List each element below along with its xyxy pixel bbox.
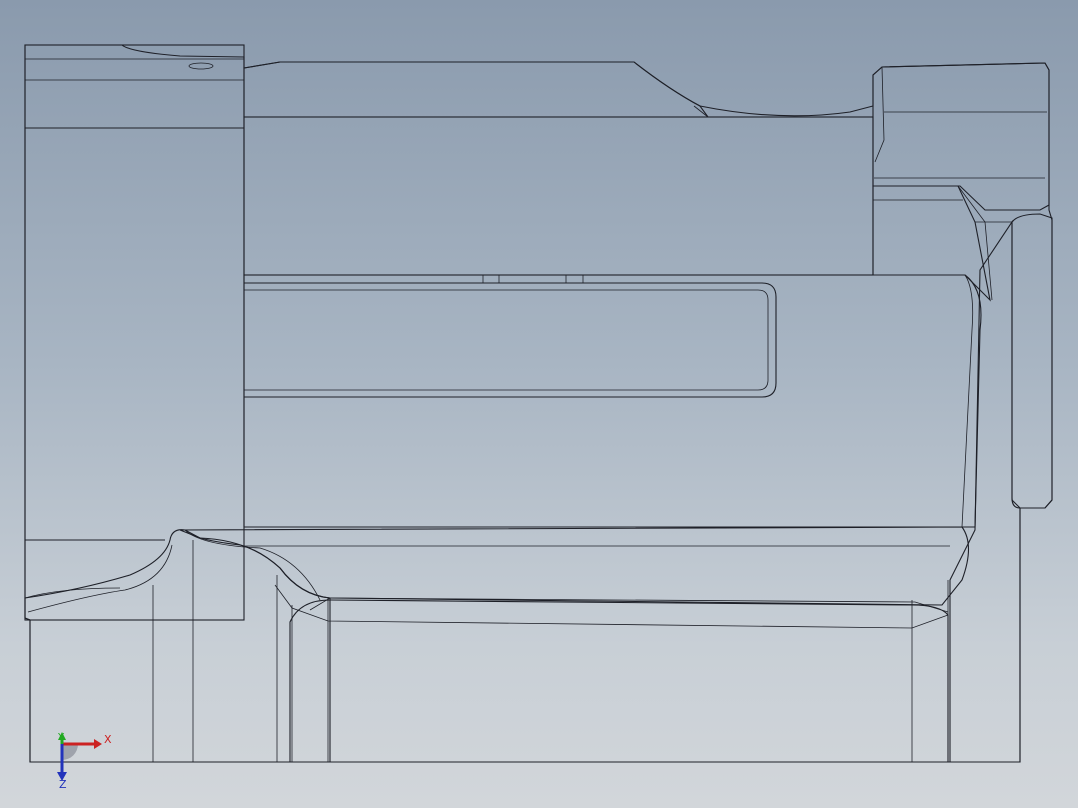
x-axis-label: X [104, 733, 112, 746]
right-side-face[interactable] [949, 220, 1021, 763]
right-upper-boss[interactable] [872, 62, 1050, 211]
left-block-face[interactable] [24, 44, 245, 621]
top-chamfer-face[interactable] [243, 61, 710, 118]
right-rail-face[interactable] [1011, 213, 1053, 509]
part-silhouette[interactable] [24, 44, 1053, 763]
slot-feature[interactable] [244, 282, 777, 398]
z-axis-label: Z [59, 778, 67, 791]
hole-feature[interactable] [188, 62, 214, 70]
cad-model-view[interactable] [0, 0, 1078, 808]
graphics-viewport[interactable]: X Y Z [0, 0, 1078, 808]
y-axis-label: Y [58, 732, 65, 743]
upper-main-face[interactable] [243, 116, 874, 276]
middle-step-face[interactable] [243, 274, 982, 528]
lower-shelf-face[interactable] [179, 526, 970, 606]
